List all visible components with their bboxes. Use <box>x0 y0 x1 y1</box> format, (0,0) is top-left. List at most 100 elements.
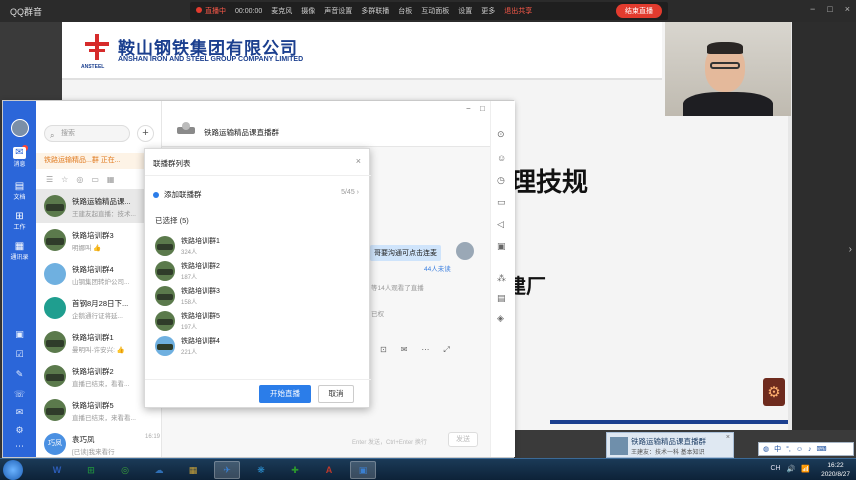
right-panel: › <box>792 22 856 430</box>
star-icon[interactable]: ☆ <box>61 175 68 184</box>
ime-keyboard-icon[interactable]: ⌨ <box>817 445 827 453</box>
settings-icon[interactable]: ⚙ <box>3 425 36 436</box>
mail-icon[interactable]: ✉ <box>3 407 36 418</box>
folder-icon[interactable]: ▭ <box>497 197 506 208</box>
taskbar-app-icon[interactable]: A <box>316 461 342 479</box>
ime-emoji-icon[interactable]: ☺ <box>796 446 803 453</box>
toolbar-board-button[interactable]: 台板 <box>398 6 412 16</box>
conversation-name: 铁路培训群1 <box>72 333 114 342</box>
history-icon[interactable]: ◷ <box>497 175 505 186</box>
toolbar-interact-button[interactable]: 互动面板 <box>421 6 449 16</box>
search-input[interactable]: ⌕ 搜索 <box>44 125 130 142</box>
selected-group-item[interactable]: 铁路培训群2 187人 <box>155 260 355 284</box>
conversation-name: 铁路培训群3 <box>72 231 114 240</box>
tasks-icon[interactable]: ☑ <box>3 349 36 360</box>
taskbar-app-icon[interactable]: ✚ <box>282 461 308 479</box>
taskbar-app-icon[interactable]: ☁ <box>146 461 172 479</box>
selected-group-item[interactable]: 铁路培训群5 197人 <box>155 310 355 334</box>
lang-indicator[interactable]: CH <box>770 465 780 473</box>
send-button[interactable]: 发送 <box>448 432 478 447</box>
more-icon[interactable]: ⋯ <box>3 441 36 452</box>
taskbar-app-icon[interactable]: ◎ <box>112 461 138 479</box>
selected-label: 已选择 (5) <box>155 216 189 225</box>
rail-item-docs[interactable]: ▤ 文档 <box>3 181 36 201</box>
ime-logo-icon: ◍ <box>763 446 770 453</box>
file-icon[interactable]: ▭ <box>91 175 99 184</box>
group-avatar <box>155 236 175 256</box>
close-icon[interactable]: × <box>726 434 730 441</box>
cancel-button[interactable]: 取消 <box>318 385 354 403</box>
phone-icon[interactable]: ☏ <box>3 389 36 400</box>
at-icon[interactable]: ◎ <box>76 175 83 184</box>
rail-item-contacts[interactable]: ▦ 通讯录 <box>3 241 36 261</box>
close-button[interactable]: × <box>845 4 850 14</box>
pin-icon[interactable]: ✎ <box>3 369 36 380</box>
more-icon[interactable]: ⊙ <box>497 129 505 140</box>
ime-mode[interactable]: 中 <box>774 444 781 454</box>
toolbar-mic-button[interactable]: 麦克风 <box>271 6 292 16</box>
mail-icon[interactable]: ✉ <box>401 345 408 355</box>
volume-icon[interactable]: 🔊 <box>787 465 796 473</box>
add-button[interactable]: + <box>137 125 154 142</box>
slide-divider <box>550 420 790 424</box>
start-live-button[interactable]: 开始直播 <box>259 385 311 403</box>
ime-punct-icon[interactable]: °, <box>786 446 791 453</box>
expand-icon[interactable]: ⤢ <box>443 345 449 355</box>
selected-group-item[interactable]: 铁路培训群4 221人 <box>155 335 355 359</box>
notification-popup[interactable]: 铁路运输精品课直播群 王建友：技术一科 基本知识 × <box>606 432 734 458</box>
toolbar-more-button[interactable]: 更多 <box>481 6 495 16</box>
calendar-icon[interactable]: ▦ <box>107 175 115 184</box>
taskbar-app-icon[interactable]: ▣ <box>350 461 376 479</box>
start-button[interactable] <box>3 460 23 480</box>
taskbar-app-icon[interactable]: ❋ <box>248 461 274 479</box>
taskbar-app-icon[interactable]: ⊞ <box>78 461 104 479</box>
apps-icon[interactable]: ⁂ <box>497 273 506 284</box>
gear-icon[interactable]: ⚙ <box>763 378 785 406</box>
notification-avatar <box>610 437 628 455</box>
group-avatar <box>155 336 175 356</box>
taskbar-app-icon[interactable]: ✈ <box>214 461 240 479</box>
maximize-button[interactable]: □ <box>480 104 485 113</box>
sender-avatar[interactable] <box>456 242 474 260</box>
announce-icon[interactable]: ◁ <box>497 219 504 230</box>
chat-icon: ✉ <box>13 147 26 159</box>
network-icon[interactable]: 📶 <box>801 465 810 473</box>
box-icon[interactable]: ◈ <box>497 313 504 324</box>
system-tray: CH 🔊 📶 <box>770 465 810 473</box>
calendar-icon[interactable]: ▣ <box>3 329 36 340</box>
members-icon[interactable]: ☺ <box>497 153 506 163</box>
group-count: 158人 <box>181 300 198 306</box>
toolbar-multi-group-button[interactable]: 多群联播 <box>361 6 389 16</box>
selected-group-item[interactable]: 铁路培训群1 324人 <box>155 235 355 259</box>
ime-mic-icon[interactable]: ♪ <box>808 446 812 453</box>
toolbar-camera-button[interactable]: 摄像 <box>301 6 315 16</box>
close-icon[interactable]: × <box>356 156 361 166</box>
toolbar-settings-button[interactable]: 设置 <box>458 6 472 16</box>
screenshot-icon[interactable]: ⊡ <box>380 345 387 355</box>
conversation-item[interactable]: 巧凤 袁巧凤 [已读]我来看行 16:19 <box>36 427 162 461</box>
selected-group-item[interactable]: 铁路培训群3 158人 <box>155 285 355 309</box>
conversation-preview: 企鹅通行证将延... <box>72 313 123 320</box>
user-avatar[interactable] <box>11 119 29 137</box>
maximize-button[interactable]: □ <box>827 4 832 14</box>
add-group-row[interactable]: 添加联播群 5/45 › <box>153 189 363 203</box>
calendar-icon[interactable]: ▣ <box>497 241 506 252</box>
rail-item-messages[interactable]: ✉ 消息 <box>3 147 36 168</box>
conversation-preview: 直播已结束，看看... <box>72 381 130 388</box>
minimize-button[interactable]: − <box>466 104 471 113</box>
expand-arrow-icon[interactable]: › <box>849 244 852 255</box>
list-icon[interactable]: ☰ <box>46 175 53 184</box>
clock[interactable]: 16:22 2020/8/27 <box>821 461 850 479</box>
minimize-button[interactable]: − <box>810 4 815 14</box>
taskbar-app-icon[interactable]: W <box>44 461 70 479</box>
toolbar-sound-settings-button[interactable]: 声音设置 <box>324 6 352 16</box>
ime-bar[interactable]: ◍ 中 °, ☺ ♪ ⌨ <box>758 442 854 456</box>
unread-count[interactable]: 44人未读 <box>424 263 451 273</box>
input-hint: Enter 发送，Ctrl+Enter 换行 <box>352 440 427 446</box>
rail-item-work[interactable]: ⊞ 工作 <box>3 211 36 231</box>
taskbar-app-icon[interactable]: ▦ <box>180 461 206 479</box>
save-icon[interactable]: ▤ <box>497 293 506 304</box>
end-live-button[interactable]: 结束直播 <box>616 4 662 18</box>
more-icon[interactable]: ⋯ <box>421 345 429 355</box>
exit-share-button[interactable]: 退出共享 <box>504 6 532 16</box>
